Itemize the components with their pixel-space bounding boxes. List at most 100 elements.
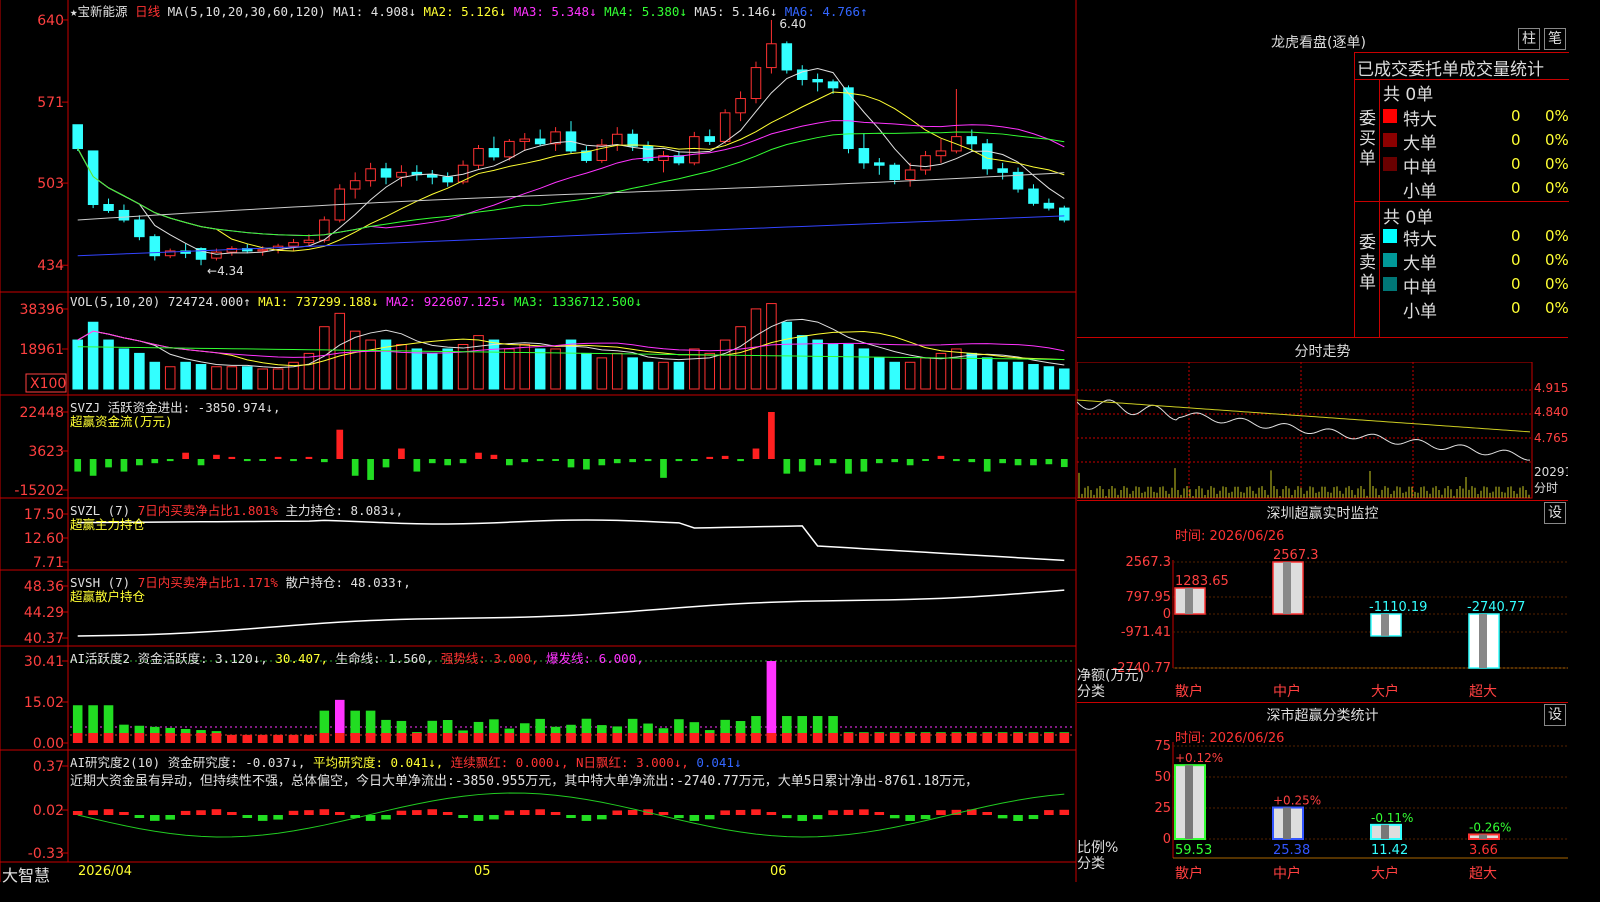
sz-cat-label: 超大 [1469, 684, 1497, 700]
row-pct: 0% [1545, 179, 1569, 197]
svsh-subtitle: 超赢散户持仓 [70, 589, 146, 604]
volume-bar [565, 339, 577, 390]
ai-research-bar [812, 815, 823, 820]
ma60-line [77, 172, 1065, 221]
ai-active-red [119, 733, 129, 743]
ai-active-red [782, 733, 792, 743]
volume-bar [365, 339, 376, 390]
ai-research-bar [211, 809, 222, 815]
header-value: MA2: 5.126↓ [415, 4, 507, 19]
stock-name: ★宝新能源 [70, 4, 128, 19]
ai-active-red [797, 733, 808, 743]
svzj-bar [290, 459, 297, 462]
candle-body [874, 162, 885, 166]
ai-research-bar [1059, 809, 1070, 815]
volume-bar [241, 366, 253, 390]
svzj-bar [89, 459, 97, 476]
svzj-bar [105, 459, 112, 468]
ai-active-red [1013, 733, 1023, 743]
svzj-bar [1045, 459, 1053, 465]
ai-research-bar [581, 815, 592, 821]
y-tick-label: 0.00 [33, 736, 64, 752]
candle-body [704, 136, 716, 142]
volume-bars [72, 303, 1070, 390]
intraday-tick: 20291 [1534, 465, 1568, 479]
candle-body [904, 169, 916, 181]
candle-body [488, 148, 500, 158]
order-stat-box: 已成交委托单成交量统计 委买单 委卖单 共 0单 共 0单 特大 0 0% 大单 0 0%… [1354, 52, 1569, 337]
ai-active-red [859, 733, 869, 743]
svsh-line [77, 589, 1065, 637]
volume-bar [349, 330, 361, 390]
header-value: 724724.000↑ [160, 294, 251, 309]
ai-research-bar [828, 810, 838, 815]
svzj-bar [875, 459, 883, 464]
longhu-title: 龙虎看盘(逐单) [1271, 35, 1366, 51]
svzj-bar [74, 459, 82, 472]
ai-active-red [874, 733, 885, 743]
tick-mode-button[interactable]: 笔 [1544, 28, 1566, 50]
ai-research-bar [365, 815, 376, 821]
ai-research-bar [658, 812, 669, 815]
header-value: AI活跃度2 资金活跃度: 3.120↓, [70, 651, 268, 666]
svzj-bar [598, 459, 606, 466]
ai-active-red [242, 734, 253, 743]
row-count: 0 [1511, 299, 1521, 317]
y-tick-label: 640 [37, 13, 64, 29]
row-pct: 0% [1545, 299, 1569, 317]
ai-research-bars [72, 792, 1070, 838]
ai-research-bar [751, 809, 761, 815]
header-value: MA(5,10,20,30,60,120) [167, 4, 326, 19]
candle-body [997, 168, 1008, 173]
volume-bar [642, 361, 654, 390]
y-tick-label: 571 [37, 95, 64, 111]
y-tick-label: -0.33 [28, 846, 64, 862]
chart-frame [0, 0, 1077, 882]
svzl-line [77, 519, 1065, 562]
row-color-swatch [1383, 133, 1397, 147]
header-value: 平均研究度: 0.041↓, [305, 755, 444, 770]
intraday-chart[interactable]: 4.915 4.840 4.765 20291 分时 [1077, 362, 1568, 502]
sz-yaxis-name: 净额(万元) [1077, 668, 1144, 684]
header-value: MA5: 5.146↓ [686, 4, 778, 19]
ai-active-red [658, 733, 669, 743]
volume-bar [257, 368, 268, 390]
row-label: 小单 [1403, 182, 1437, 202]
ai-active-red [180, 733, 191, 743]
y-tick-label: 7.71 [33, 555, 64, 571]
ai-active-header: AI活跃度2 资金活跃度: 3.120↓, 30.407, 生命线: 1.560… [70, 648, 644, 667]
volume-bar [611, 352, 623, 390]
sz-monitor-chart: 2567.3 797.95 0 -971.41 -2740.77 净额(万元)分类 1283… [1077, 548, 1568, 700]
ai-active-red [843, 733, 854, 743]
svzj-bar [536, 459, 544, 462]
row-count: 0 [1511, 155, 1521, 173]
volume-bar [195, 364, 207, 390]
ai-active-red [72, 733, 83, 743]
volume-bar [627, 357, 638, 390]
header-value: 30.407, [267, 651, 329, 666]
candle-body [211, 251, 222, 259]
header-value: MA3: 5.348↓ [506, 4, 597, 19]
ai-active-red [165, 733, 175, 743]
svzj-bar [428, 459, 436, 464]
ai-active-red [504, 733, 515, 743]
ai-active-red [689, 733, 700, 743]
volume-bar [766, 303, 777, 390]
candle-body [766, 43, 777, 69]
svzj-bar [629, 459, 637, 463]
row-pct: 0% [1545, 227, 1569, 245]
volume-bar [858, 348, 870, 390]
cls-cat-label: 超大 [1469, 866, 1497, 882]
svzj-bar [382, 459, 390, 468]
candle-body [257, 249, 268, 252]
candle-body [288, 242, 299, 247]
volume-bar [72, 339, 83, 390]
row-label: 特大 [1403, 110, 1437, 130]
bar-mode-button[interactable]: 柱 [1518, 28, 1540, 50]
ai-research-bar [396, 810, 407, 815]
ai-research-header: AI研究度2(10) 资金研究度: -0.037↓, 平均研究度: 0.041↓… [70, 752, 741, 771]
svzj-bar [737, 459, 744, 462]
volume-bar [904, 361, 916, 390]
sz-ytick: -971.41 [1121, 625, 1171, 640]
main-chart-svg[interactable]: 640 571 503 434 38396 18961 X100 22448 3623 -1520… [0, 0, 1078, 882]
